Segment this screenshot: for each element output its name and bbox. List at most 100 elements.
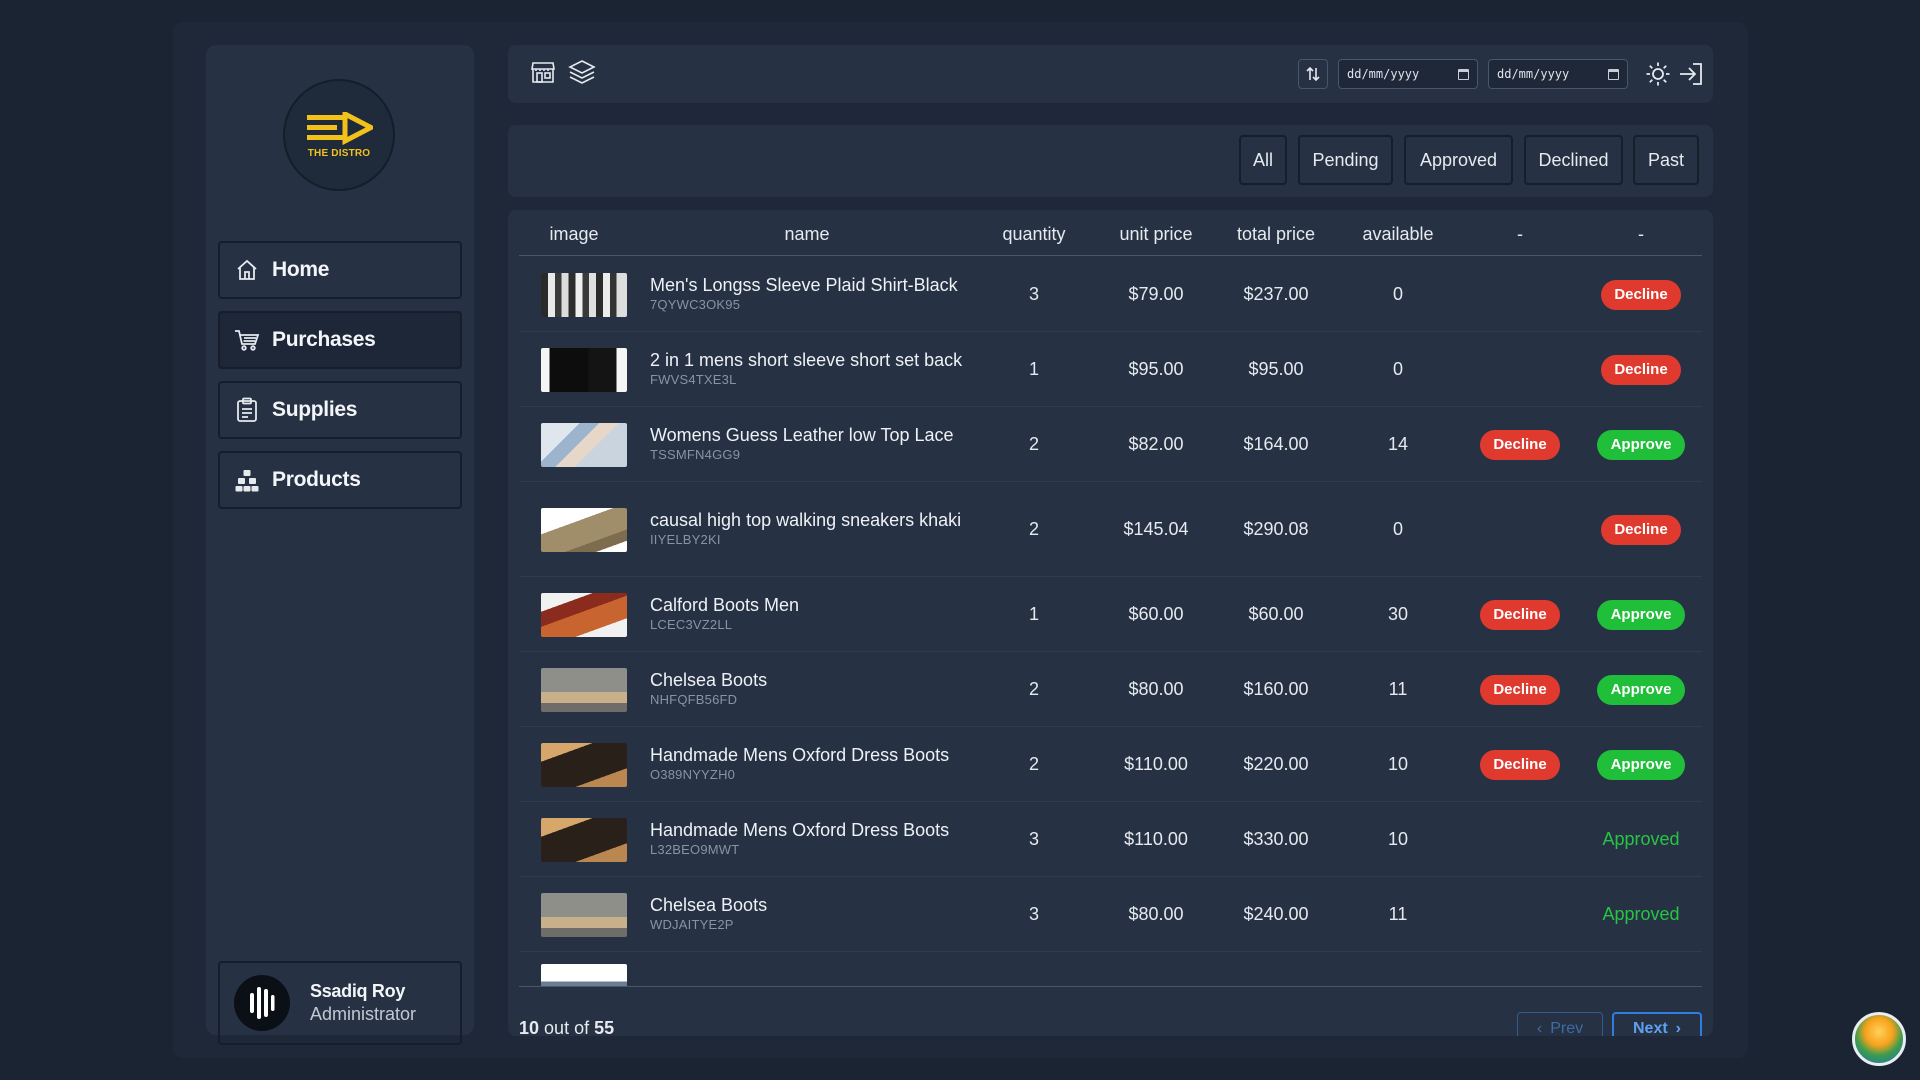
product-code: L32BEO9MWT xyxy=(650,841,740,857)
status-filter-bar: All Pending Approved Declined Past xyxy=(508,125,1713,197)
product-name-cell: Handmade Mens Oxford Dress Boots O389NYYZ… xyxy=(650,744,990,782)
product-name-cell: causal high top walking sneakers khaki II… xyxy=(650,509,990,547)
total-price-cell: $95.00 xyxy=(1248,358,1304,379)
sidebar-item-products[interactable]: Products xyxy=(218,451,462,509)
brand-name: THE DISTRO xyxy=(307,147,371,159)
home-icon xyxy=(234,257,260,283)
total-price-cell: $160.00 xyxy=(1243,678,1309,699)
filter-approved-button[interactable]: Approved xyxy=(1404,135,1513,185)
unit-price-cell: $145.04 xyxy=(1123,518,1189,539)
date-from-placeholder: dd/mm/yyyy xyxy=(1347,67,1420,81)
column-header-name: name xyxy=(784,224,830,244)
column-header-quantity: quantity xyxy=(1002,224,1066,244)
product-name-cell: Womens Guess Leather low Top Lace TSSMFN4… xyxy=(650,424,990,462)
product-image[interactable] xyxy=(541,422,627,467)
floating-widget-icon[interactable] xyxy=(1852,1012,1906,1066)
brand-logo-mark xyxy=(307,111,373,145)
cart-icon xyxy=(234,327,260,353)
approve-button[interactable]: Approve xyxy=(1597,429,1685,460)
purchases-table-panel: image name quantity unit price total pri… xyxy=(508,210,1713,1036)
sidebar-item-home[interactable]: Home xyxy=(218,241,462,299)
filter-declined-button[interactable]: Declined xyxy=(1524,135,1623,185)
decline-button[interactable]: Decline xyxy=(1601,514,1681,545)
product-code: 7QYWC3OK95 xyxy=(650,296,741,312)
unit-price-cell: $80.00 xyxy=(1128,678,1184,699)
table-header: image name quantity unit price total pri… xyxy=(519,210,1702,256)
sort-button[interactable] xyxy=(1298,59,1328,89)
product-name: Womens Guess Leather low Top Lace xyxy=(650,424,954,445)
approved-status: Approved xyxy=(1602,903,1680,924)
decline-button[interactable]: Decline xyxy=(1480,429,1560,460)
next-page-button[interactable]: Next › xyxy=(1612,1012,1702,1036)
product-image[interactable] xyxy=(541,964,627,986)
product-image[interactable] xyxy=(541,347,627,392)
decline-button[interactable]: Decline xyxy=(1480,749,1560,780)
column-header-action-1: - xyxy=(1517,224,1523,244)
calendar-icon[interactable] xyxy=(1608,68,1619,80)
date-to-placeholder: dd/mm/yyyy xyxy=(1497,67,1570,81)
sidebar-item-supplies[interactable]: Supplies xyxy=(218,381,462,439)
prev-page-button[interactable]: ‹ Prev xyxy=(1517,1012,1603,1036)
user-name: Ssadiq Roy xyxy=(310,981,406,1001)
date-to-input[interactable]: dd/mm/yyyy xyxy=(1488,59,1628,89)
store-icon[interactable] xyxy=(528,57,558,87)
unit-price-cell: $110.00 xyxy=(1124,753,1188,774)
sort-icon xyxy=(1306,66,1320,82)
filter-all-button[interactable]: All xyxy=(1239,135,1287,185)
product-name-cell: Handmade Mens Oxford Dress Boots L32BEO9M… xyxy=(650,819,990,857)
table-row: Womens Guess Leather low Top Lace TSSMFN4… xyxy=(519,407,1702,482)
sidebar-item-label: Home xyxy=(272,258,330,281)
filter-pending-button[interactable]: Pending xyxy=(1298,135,1393,185)
column-header-available: available xyxy=(1362,224,1434,244)
pagination-summary: 10 out of 55 xyxy=(519,1018,614,1036)
product-image[interactable] xyxy=(541,272,627,317)
quantity-cell: 1 xyxy=(1028,358,1040,379)
product-image[interactable] xyxy=(541,892,627,937)
avatar xyxy=(234,975,290,1031)
product-image[interactable] xyxy=(541,592,627,637)
product-name: Handmade Mens Oxford Dress Boots xyxy=(650,819,950,840)
sidebar-item-purchases[interactable]: Purchases xyxy=(218,311,462,369)
approve-button[interactable]: Approve xyxy=(1597,674,1685,705)
calendar-icon[interactable] xyxy=(1458,68,1469,80)
user-profile[interactable]: Ssadiq Roy Administrator xyxy=(218,961,462,1045)
table-row: Chelsea Boots WDJAITYE2P 3 $80.00 $240.00 11 A… xyxy=(519,877,1702,952)
product-image[interactable] xyxy=(541,817,627,862)
quantity-cell: 1 xyxy=(1028,603,1040,624)
date-from-input[interactable]: dd/mm/yyyy xyxy=(1338,59,1478,89)
boxes-icon xyxy=(234,467,260,493)
quantity-cell: 3 xyxy=(1028,283,1040,304)
unit-price-cell: $95.00 xyxy=(1128,358,1184,379)
quantity-cell: 3 xyxy=(1028,828,1040,849)
approve-button[interactable]: Approve xyxy=(1597,599,1685,630)
product-image[interactable] xyxy=(541,507,627,552)
decline-button[interactable]: Decline xyxy=(1601,354,1681,385)
quantity-cell: 2 xyxy=(1028,518,1040,539)
filter-past-button[interactable]: Past xyxy=(1633,135,1699,185)
layers-icon[interactable] xyxy=(567,57,597,87)
product-image[interactable] xyxy=(541,742,627,787)
decline-button[interactable]: Decline xyxy=(1480,599,1560,630)
sidebar: THE DISTRO Home Purchases Supplies Produ… xyxy=(206,45,474,1045)
decline-button[interactable]: Decline xyxy=(1480,674,1560,705)
table-row: Handmade Mens Oxford Dress Boots L32BEO9M… xyxy=(519,802,1702,877)
product-name: Handmade Mens Oxford Dress Boots xyxy=(650,744,950,765)
sun-icon[interactable] xyxy=(1643,59,1673,89)
product-name: Chelsea Boots xyxy=(650,669,768,690)
product-name: causal high top walking sneakers khaki xyxy=(650,509,962,530)
product-image[interactable] xyxy=(541,667,627,712)
brand-logo[interactable]: THE DISTRO xyxy=(283,79,395,191)
product-name-cell: Chelsea Boots WDJAITYE2P xyxy=(650,894,990,932)
table-row: 2 in 1 mens short sleeve short set back F… xyxy=(519,332,1702,407)
sidebar-item-label: Products xyxy=(272,468,361,491)
product-code: O389NYYZH0 xyxy=(650,766,736,782)
available-cell: 0 xyxy=(1392,358,1404,379)
clipboard-icon xyxy=(234,397,260,423)
next-label: Next xyxy=(1632,1020,1668,1036)
approve-button[interactable]: Approve xyxy=(1597,749,1685,780)
decline-button[interactable]: Decline xyxy=(1601,279,1681,310)
product-name: Calford Boots Men xyxy=(650,594,800,615)
top-toolbar: dd/mm/yyyy dd/mm/yyyy xyxy=(508,45,1713,103)
product-code: WDJAITYE2P xyxy=(650,916,734,932)
logout-icon[interactable] xyxy=(1676,59,1706,89)
